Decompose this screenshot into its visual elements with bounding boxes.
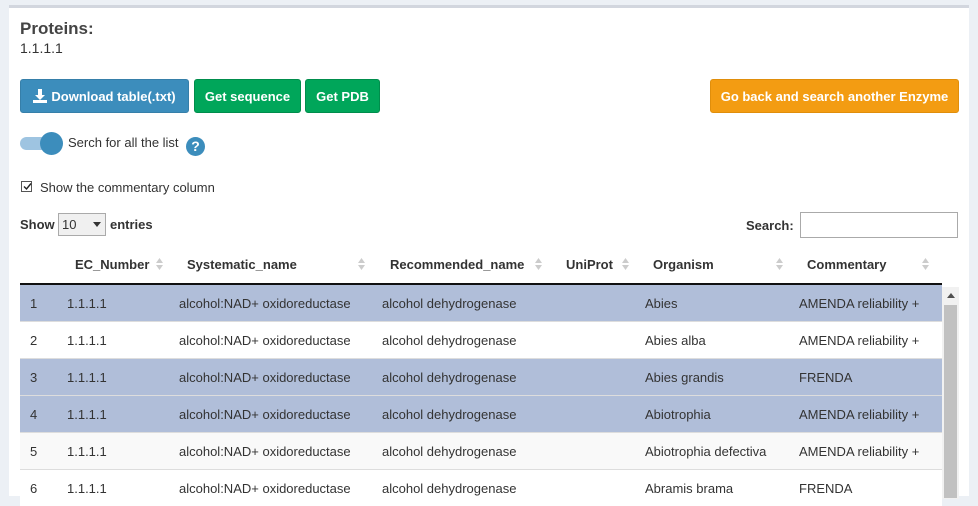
show-commentary-label: Show the commentary column — [40, 180, 215, 195]
table-row[interactable]: 31.1.1.1alcohol:NAD+ oxidoreductasealcoh… — [20, 359, 942, 396]
row-number: 3 — [20, 359, 64, 396]
systematic-name-cell: alcohol:NAD+ oxidoreductase — [176, 359, 379, 396]
column-header-uniprot[interactable]: UniProt — [555, 246, 642, 284]
proteins-table: EC_Number Systematic_name Recommended_na… — [20, 246, 942, 506]
ec-number-cell: 1.1.1.1 — [64, 433, 176, 470]
chevron-down-icon — [93, 222, 101, 227]
commentary-cell: AMENDA reliability + — [796, 433, 942, 470]
search-input[interactable] — [800, 212, 958, 238]
download-icon — [33, 89, 47, 103]
recommended-name-cell: alcohol dehydrogenase — [379, 322, 555, 359]
column-header-recommended-name[interactable]: Recommended_name — [379, 246, 555, 284]
page-title: Proteins: — [20, 19, 94, 39]
table-body: 11.1.1.1alcohol:NAD+ oxidoreductasealcoh… — [20, 284, 942, 506]
search-all-toggle[interactable] — [20, 132, 66, 154]
row-number: 2 — [20, 322, 64, 359]
ec-number-cell: 1.1.1.1 — [64, 396, 176, 433]
column-header-label: EC_Number — [75, 257, 149, 272]
column-header-commentary[interactable]: Commentary — [796, 246, 942, 284]
systematic-name-cell: alcohol:NAD+ oxidoreductase — [176, 396, 379, 433]
column-header-label: UniProt — [566, 257, 613, 272]
table-row[interactable]: 51.1.1.1alcohol:NAD+ oxidoreductasealcoh… — [20, 433, 942, 470]
column-header-label: Recommended_name — [390, 257, 524, 272]
commentary-cell: AMENDA reliability + — [796, 284, 942, 322]
table-row[interactable]: 11.1.1.1alcohol:NAD+ oxidoreductasealcoh… — [20, 284, 942, 322]
ec-number-cell: 1.1.1.1 — [64, 322, 176, 359]
uniprot-cell — [555, 359, 642, 396]
recommended-name-cell: alcohol dehydrogenase — [379, 470, 555, 506]
entries-select-value: 10 — [62, 217, 76, 232]
row-number-header — [20, 246, 64, 284]
sort-icon — [535, 258, 542, 270]
commentary-cell: AMENDA reliability + — [796, 322, 942, 359]
get-pdb-button[interactable]: Get PDB — [305, 79, 380, 113]
column-header-label: Systematic_name — [187, 257, 297, 272]
sort-icon — [776, 258, 783, 270]
entries-label: entries — [110, 217, 153, 232]
organism-cell: Abies alba — [642, 322, 796, 359]
commentary-cell: AMENDA reliability + — [796, 396, 942, 433]
organism-cell: Abies grandis — [642, 359, 796, 396]
recommended-name-cell: alcohol dehydrogenase — [379, 359, 555, 396]
row-number: 5 — [20, 433, 64, 470]
sort-icon — [922, 258, 929, 270]
commentary-cell: FRENDA — [796, 470, 942, 506]
sort-icon — [622, 258, 629, 270]
column-header-organism[interactable]: Organism — [642, 246, 796, 284]
organism-cell: Abiotrophia — [642, 396, 796, 433]
scrollbar-thumb[interactable] — [944, 305, 957, 498]
entries-select[interactable]: 10 — [58, 213, 106, 236]
search-label: Search: — [746, 218, 794, 233]
column-header-label: Commentary — [807, 257, 886, 272]
column-header-label: Organism — [653, 257, 714, 272]
show-commentary-checkbox[interactable] — [21, 181, 32, 192]
toggle-knob — [40, 132, 63, 155]
download-table-button[interactable]: Download table(.txt) — [20, 79, 189, 113]
download-table-label: Download table(.txt) — [51, 89, 175, 104]
systematic-name-cell: alcohol:NAD+ oxidoreductase — [176, 470, 379, 506]
row-number: 4 — [20, 396, 64, 433]
ec-number-cell: 1.1.1.1 — [64, 470, 176, 506]
organism-cell: Abiotrophia defectiva — [642, 433, 796, 470]
row-number: 6 — [20, 470, 64, 506]
ec-number-cell: 1.1.1.1 — [64, 359, 176, 396]
table-header-row: EC_Number Systematic_name Recommended_na… — [20, 246, 942, 284]
table-row[interactable]: 21.1.1.1alcohol:NAD+ oxidoreductasealcoh… — [20, 322, 942, 359]
column-header-ec-number[interactable]: EC_Number — [64, 246, 176, 284]
uniprot-cell — [555, 284, 642, 322]
systematic-name-cell: alcohol:NAD+ oxidoreductase — [176, 433, 379, 470]
table-row[interactable]: 41.1.1.1alcohol:NAD+ oxidoreductasealcoh… — [20, 396, 942, 433]
recommended-name-cell: alcohol dehydrogenase — [379, 396, 555, 433]
table-scrollbar[interactable] — [942, 287, 959, 499]
recommended-name-cell: alcohol dehydrogenase — [379, 284, 555, 322]
get-sequence-button[interactable]: Get sequence — [194, 79, 301, 113]
ec-number-cell: 1.1.1.1 — [64, 284, 176, 322]
organism-cell: Abramis brama — [642, 470, 796, 506]
recommended-name-cell: alcohol dehydrogenase — [379, 433, 555, 470]
show-label: Show — [20, 217, 55, 232]
table-row[interactable]: 61.1.1.1alcohol:NAD+ oxidoreductasealcoh… — [20, 470, 942, 506]
proteins-panel: Proteins: 1.1.1.1 Download table(.txt) G… — [9, 5, 969, 496]
go-back-button[interactable]: Go back and search another Enzyme — [710, 79, 959, 113]
uniprot-cell — [555, 433, 642, 470]
scroll-up-arrow-icon[interactable] — [947, 293, 955, 298]
commentary-cell: FRENDA — [796, 359, 942, 396]
uniprot-cell — [555, 396, 642, 433]
checkmark-icon — [22, 181, 33, 192]
ec-number-subtitle: 1.1.1.1 — [20, 40, 63, 56]
sort-icon — [156, 258, 163, 270]
uniprot-cell — [555, 322, 642, 359]
column-header-systematic-name[interactable]: Systematic_name — [176, 246, 379, 284]
systematic-name-cell: alcohol:NAD+ oxidoreductase — [176, 322, 379, 359]
row-number: 1 — [20, 284, 64, 322]
sort-icon — [358, 258, 365, 270]
organism-cell: Abies — [642, 284, 796, 322]
help-icon[interactable]: ? — [186, 137, 205, 156]
systematic-name-cell: alcohol:NAD+ oxidoreductase — [176, 284, 379, 322]
uniprot-cell — [555, 470, 642, 506]
search-all-label: Serch for all the list — [68, 135, 179, 150]
